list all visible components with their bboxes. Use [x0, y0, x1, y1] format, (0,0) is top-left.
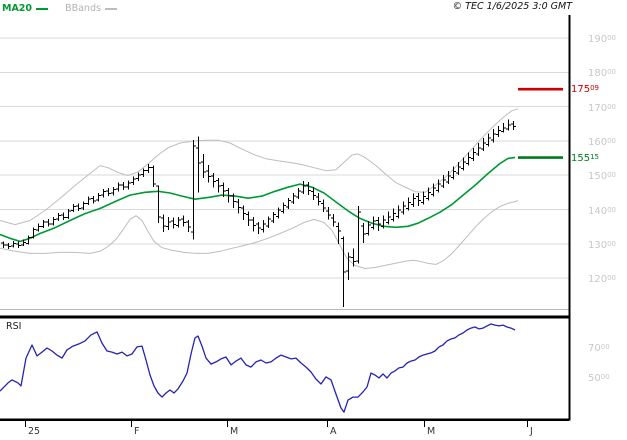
price-axis-label: 16000	[588, 136, 617, 148]
ma20-legend-label: MA20	[2, 3, 33, 14]
green-level-label: 15515	[571, 152, 600, 164]
price-axis-label: 19000	[588, 34, 617, 45]
price-axis-label: 14000	[588, 205, 617, 217]
price-axis-label: 12000	[588, 274, 617, 286]
stock-chart-widget: MA20 BBands © TEC 1/6/2025 3:0 GMT RSI 1…	[0, 0, 627, 440]
rsi-axis-label: 7000	[588, 343, 610, 354]
x-axis-label: 25	[28, 426, 41, 437]
bbands-legend-swatch-icon	[104, 7, 117, 10]
rsi-axis-label: 5000	[588, 373, 610, 384]
x-axis-label: F	[134, 426, 140, 437]
chart-canvas	[0, 15, 571, 427]
chart-legend: MA20 BBands	[2, 3, 117, 17]
price-axis-label: 13000	[588, 239, 617, 251]
rsi-panel-label: RSI	[6, 321, 22, 332]
price-axis-label: 17000	[588, 102, 617, 114]
x-axis-label: J	[530, 426, 533, 437]
red-level-label: 17509	[571, 84, 600, 96]
price-axis-label: 18000	[588, 68, 617, 80]
bbands-legend-label: BBands	[65, 3, 101, 14]
x-axis-label: A	[330, 426, 337, 437]
price-axis-label: 15000	[588, 171, 617, 183]
x-axis-label: M	[427, 426, 436, 437]
x-axis-label: M	[230, 426, 239, 437]
ma20-legend-swatch-icon	[36, 7, 49, 10]
copyright-text: © TEC 1/6/2025 3:0 GMT	[452, 1, 572, 12]
